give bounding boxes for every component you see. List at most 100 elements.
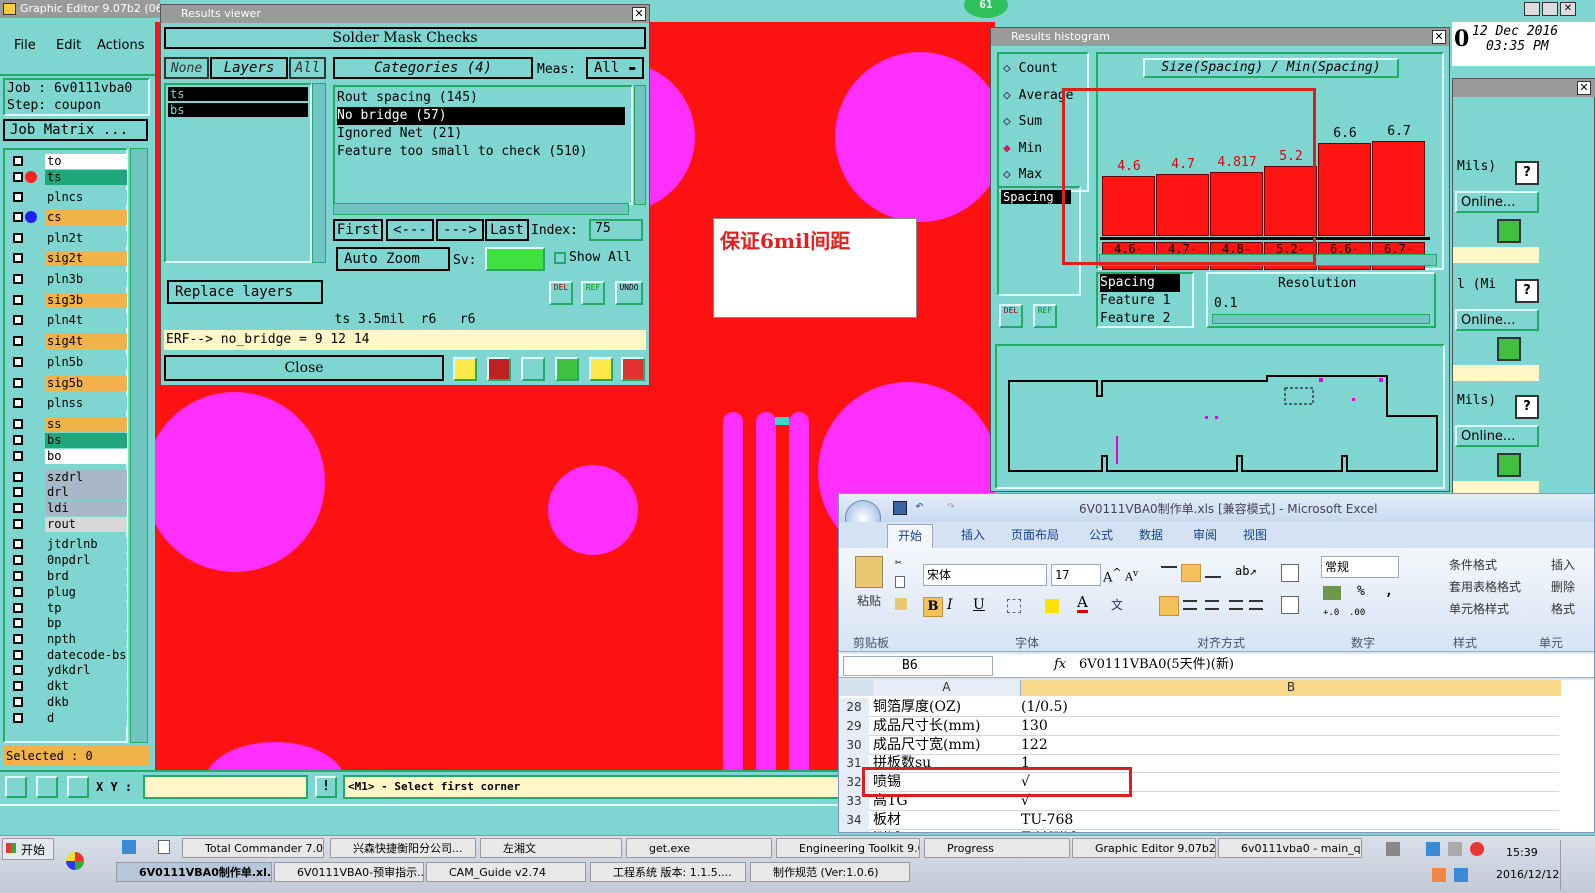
taskbar-item[interactable]: get.exe: [626, 838, 772, 858]
layer-checkbox[interactable]: [13, 571, 23, 581]
zoom-icon[interactable]: [1497, 337, 1521, 361]
minimize-icon[interactable]: [1524, 2, 1540, 16]
replace-layers-menu[interactable]: Replace layers: [167, 280, 323, 304]
fill-color-icon[interactable]: [1045, 599, 1059, 613]
tray-icon[interactable]: [1470, 842, 1484, 856]
layer-checkbox[interactable]: [13, 419, 23, 429]
layer-row-ldi[interactable]: ldi: [11, 501, 127, 516]
table-row[interactable]: 28 铜箔厚度(OZ) (1/0.5): [839, 698, 1559, 717]
undo-icon[interactable]: ↶: [915, 498, 923, 514]
cell-b[interactable]: 122: [1021, 736, 1048, 755]
sv-color-select[interactable]: [485, 247, 545, 271]
histogram-option-count[interactable]: ◇ Count: [1003, 60, 1058, 78]
undo-icon[interactable]: UNDO: [615, 281, 643, 305]
layer-row-dkt[interactable]: dkt: [11, 679, 127, 694]
layer-checkbox[interactable]: [13, 472, 23, 482]
alert-icon[interactable]: !: [315, 776, 337, 798]
layer-row-pln5b[interactable]: pln5b: [11, 355, 127, 370]
none-button[interactable]: None: [164, 57, 209, 79]
percent-icon[interactable]: %: [1357, 584, 1365, 599]
taskbar-item[interactable]: 工程系统 版本: 1.1.5....: [590, 862, 746, 882]
layer-checkbox[interactable]: [13, 519, 23, 529]
layer-row-bp[interactable]: bp: [11, 616, 127, 631]
layer-name[interactable]: cs: [45, 210, 127, 225]
tray-icon[interactable]: [1426, 842, 1440, 856]
xy-input[interactable]: [143, 775, 308, 799]
column-header-b[interactable]: B: [1021, 680, 1561, 696]
layer-row-datecode-bs[interactable]: datecode-bs: [11, 648, 127, 663]
layer-name[interactable]: datecode-bs: [45, 648, 127, 663]
layer-checkbox[interactable]: [13, 253, 23, 263]
layer-row-szdrl[interactable]: szdrl: [11, 470, 127, 485]
layer-checkbox[interactable]: [13, 451, 23, 461]
layer-name[interactable]: bs: [45, 433, 127, 448]
layer-checkbox[interactable]: [13, 697, 23, 707]
decrease-decimal-icon[interactable]: .00: [1349, 608, 1365, 618]
layer-checkbox[interactable]: [13, 503, 23, 513]
measure-icon[interactable]: [36, 776, 58, 798]
tray-icon[interactable]: [1386, 842, 1400, 856]
format-cells-button[interactable]: 格式: [1537, 600, 1575, 617]
column-header-a[interactable]: A: [873, 680, 1021, 696]
layer-row-npth[interactable]: npth: [11, 632, 127, 647]
layer-name[interactable]: bp: [45, 616, 127, 631]
taskbar-item[interactable]: 6V0111VBA0-预审指示....: [274, 862, 424, 882]
del-icon[interactable]: DEL: [999, 304, 1023, 328]
orientation-icon[interactable]: ab↗: [1235, 564, 1257, 578]
quicklaunch-icon[interactable]: [158, 840, 170, 854]
all-layers-button[interactable]: All: [289, 57, 326, 79]
taskbar-item[interactable]: 制作规范 (Ver:1.0.6): [750, 862, 910, 882]
close-button[interactable]: Close: [164, 355, 444, 381]
number-format-select[interactable]: 常规: [1321, 556, 1399, 578]
tray-icon[interactable]: [1454, 868, 1468, 882]
resolution-slider[interactable]: [1212, 314, 1430, 324]
select-all-corner[interactable]: [839, 680, 873, 696]
grow-font-icon[interactable]: A^: [1103, 566, 1121, 585]
layer-row-rout[interactable]: rout: [11, 517, 127, 532]
taskbar-item[interactable]: CAM_Guide v2.74: [426, 862, 586, 882]
layer-checkbox[interactable]: [13, 378, 23, 388]
next-button[interactable]: --->: [436, 219, 484, 241]
layer-name[interactable]: pln3b: [45, 272, 127, 287]
layer-checkbox[interactable]: [13, 435, 23, 445]
sheet-grid[interactable]: A B 28 铜箔厚度(OZ) (1/0.5) 29 成品尺寸长(mm) 130 30 成品…: [839, 680, 1594, 832]
show-all-checkbox[interactable]: [554, 252, 566, 264]
layer-name[interactable]: 0npdrl: [45, 553, 127, 568]
filter-icon[interactable]: [487, 357, 511, 381]
online-button[interactable]: Online...: [1455, 191, 1539, 213]
taskbar-item[interactable]: Graphic Editor 9.07b2 ...: [1072, 838, 1216, 858]
layer-name[interactable]: dkt: [45, 679, 127, 694]
layer-name[interactable]: plncs: [45, 190, 127, 205]
histogram-bar[interactable]: [1318, 143, 1371, 236]
layer-checkbox[interactable]: [13, 398, 23, 408]
conditional-format-button[interactable]: 条件格式: [1431, 556, 1497, 573]
histogram-option-sum[interactable]: ◇ Sum: [1003, 113, 1042, 131]
menu-actions[interactable]: Actions: [97, 38, 145, 53]
layer-checkbox[interactable]: [13, 192, 23, 202]
save-icon[interactable]: [893, 501, 907, 515]
histogram-icon[interactable]: [621, 357, 645, 381]
category-item[interactable]: Ignored Net (21): [337, 125, 629, 143]
field-item[interactable]: Feature 1: [1100, 292, 1192, 310]
menu-file[interactable]: File: [14, 38, 36, 53]
layer-checkbox[interactable]: [13, 665, 23, 675]
table-row[interactable]: 29 成品尺寸长(mm) 130: [839, 716, 1559, 736]
layer-row-tp[interactable]: tp: [11, 601, 127, 616]
layer-name[interactable]: sig5b: [45, 376, 127, 391]
ribbon-tab[interactable]: 页面布局: [1001, 524, 1069, 548]
align-right-icon[interactable]: [1205, 600, 1219, 610]
indent-decrease-icon[interactable]: [1229, 600, 1243, 610]
zoom-area-icon[interactable]: [5, 776, 27, 798]
layer-row-ss[interactable]: ss: [11, 417, 127, 432]
insert-cells-button[interactable]: 插入: [1537, 556, 1575, 573]
layer-row-pln2t[interactable]: pln2t: [11, 231, 127, 246]
histogram-bar[interactable]: [1372, 141, 1425, 236]
layer-row-sig5b[interactable]: sig5b: [11, 376, 127, 391]
row-number[interactable]: 28: [839, 698, 869, 717]
show-desktop-button[interactable]: [1560, 840, 1590, 890]
ribbon-tab[interactable]: 插入: [951, 524, 995, 548]
layer-checkbox[interactable]: [13, 539, 23, 549]
ribbon-tab[interactable]: 视图: [1233, 524, 1277, 548]
layer-row-sig4t[interactable]: sig4t: [11, 334, 127, 349]
increase-decimal-icon[interactable]: +.0: [1323, 608, 1339, 618]
